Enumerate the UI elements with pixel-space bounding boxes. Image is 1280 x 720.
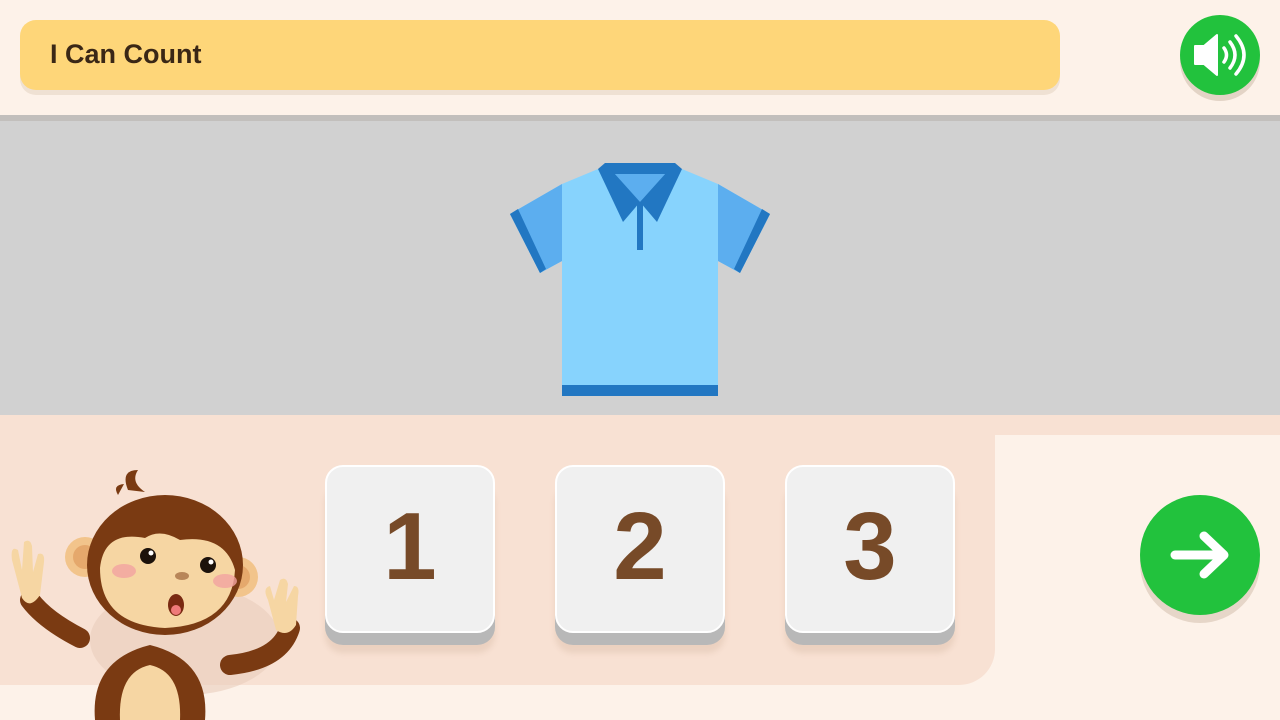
side-panel-corner [995,415,1280,435]
next-button[interactable] [1140,495,1260,615]
polo-shirt-image [510,163,770,396]
sound-button[interactable] [1180,15,1260,95]
answer-button-3[interactable]: 3 [785,465,955,633]
monkey-mascot [11,470,300,720]
arrow-right-icon [1170,531,1229,579]
answer-button-2[interactable]: 2 [555,465,725,633]
answer-button-1[interactable]: 1 [325,465,495,633]
speaker-icon [1194,34,1246,76]
page-title: I Can Count [50,39,202,69]
title-bar: I Can Count [20,20,1060,90]
question-stage [0,115,1280,415]
